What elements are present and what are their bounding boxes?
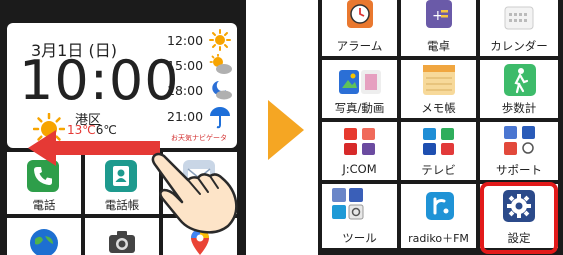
app-label: サポート (496, 163, 542, 177)
pedometer-icon (504, 64, 536, 96)
jcom-folder-icon (344, 128, 375, 155)
app-radiko[interactable]: radiko＋FM (401, 184, 476, 248)
app-photos[interactable]: 写真/動画 (322, 60, 397, 118)
app-label: 電卓 (427, 39, 450, 53)
app-pedometer[interactable]: 歩数計 (480, 60, 558, 118)
notepad-icon (423, 65, 455, 95)
app-label: 写真/動画 (334, 101, 385, 115)
app-notepad[interactable]: メモ帳 (401, 60, 476, 118)
photos-icon (339, 70, 381, 94)
next-arrow-icon (268, 100, 304, 160)
app-label: J:COM (342, 162, 377, 176)
tools-folder-icon (332, 188, 364, 220)
app-label: メモ帳 (421, 101, 456, 115)
app-calendar[interactable]: カレンダー (480, 0, 558, 56)
home-screen-before: 3月1日 (日) 10:00 港区 13℃6℃ 12:00 15:00 18:0… (0, 0, 246, 255)
app-label: テレビ (421, 163, 456, 177)
app-label: radiko＋FM (408, 232, 469, 245)
folder-support[interactable]: サポート (480, 122, 558, 180)
radiko-icon (426, 192, 454, 220)
settings-highlight (480, 182, 558, 254)
calendar-icon (504, 6, 534, 30)
calculator-icon: + (426, 0, 452, 28)
folder-jcom[interactable]: J:COM (322, 122, 397, 180)
tv-folder-icon (423, 128, 454, 155)
swipe-hand-icon (151, 152, 238, 234)
app-calculator[interactable]: + 電卓 (401, 0, 476, 56)
app-label: カレンダー (490, 39, 548, 53)
support-folder-icon (504, 126, 535, 155)
app-label: アラーム (336, 39, 383, 53)
app-label: 歩数計 (501, 101, 537, 115)
app-label: ツール (342, 231, 377, 245)
alarm-icon (347, 0, 373, 28)
folder-tools[interactable]: ツール (322, 184, 397, 248)
app-alarm[interactable]: アラーム (322, 0, 397, 56)
folder-tv[interactable]: テレビ (401, 122, 476, 180)
